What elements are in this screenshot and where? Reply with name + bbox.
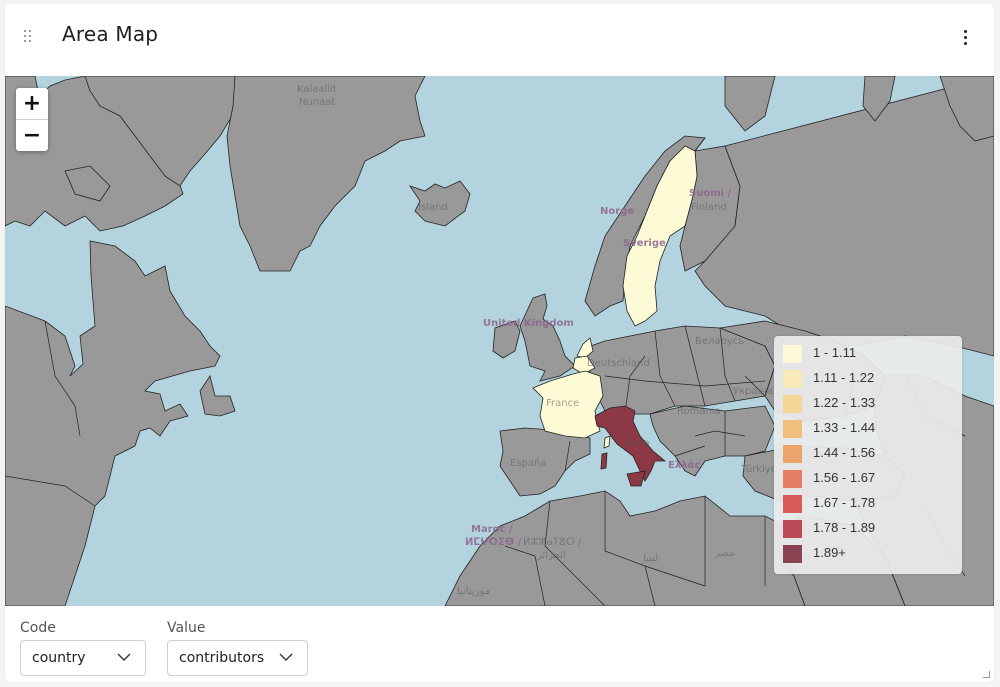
map-label: Україна [733,386,774,397]
map-controls: Code country Value contributors [5,606,994,682]
legend-label: 1.78 - 1.89 [813,520,876,535]
country-corsica [603,435,611,449]
map-label: ⵍⵎⵖⵔⵉⴱ / [465,537,522,548]
legend-swatch [783,420,802,438]
map-label: موريتانيا [457,586,491,597]
map-legend: 1 - 1.11 1.11 - 1.22 1.22 - 1.33 1.33 - … [774,336,962,574]
map-label: Ísland [418,202,448,213]
legend-swatch [783,495,802,513]
legend-swatch [783,445,802,463]
map-label: Finland [691,202,727,213]
value-label: Value [167,620,206,636]
land-germany-poland [584,325,776,415]
map-label: Ελλάς [668,460,701,471]
resize-handle-icon[interactable] [983,671,990,678]
legend-label: 1.67 - 1.78 [813,495,876,510]
code-label: Code [20,620,56,636]
card-header: Area Map [5,4,994,76]
map-label: ليبيا [643,553,659,564]
country-sicily [626,470,646,487]
map-label: United Kingdom [483,318,574,329]
map-label: Maroc / [471,524,513,535]
legend-label: 1 - 1.11 [813,345,857,360]
map-label: Sverige [623,238,666,249]
map-label: Türkiye [741,464,777,475]
map-label: România [677,406,721,417]
land-quebec-labrador [5,240,221,606]
map-canvas[interactable]: Kalaallit Nunaat Ísland Norge Sverige Su… [5,76,994,606]
map-label: مصر [715,548,735,559]
land-north-africa [444,490,806,606]
map-label: ⵍⵣⵣⴰⵢⴻⵔ / [523,537,582,548]
land-russia-north [724,76,776,132]
code-select-value: country [32,650,86,666]
zoom-control: + − [16,88,48,151]
legend-swatch [783,395,802,413]
legend-swatch [783,345,802,363]
country-sardinia [600,452,608,470]
legend-label: 1.11 - 1.22 [813,370,875,385]
legend-swatch [783,470,802,488]
legend-label: 1.22 - 1.33 [813,395,876,410]
map-label: الجزائر [537,550,566,561]
value-select[interactable]: contributors [167,640,308,676]
legend-swatch [783,370,802,388]
chevron-down-icon [117,653,131,661]
drag-handle-icon[interactable] [23,29,35,45]
zoom-in-button[interactable]: + [16,88,48,120]
map-label: Norge [600,206,635,217]
map-label: Suomi / [689,188,732,199]
legend-label: 1.33 - 1.44 [813,420,876,435]
land-great-britain [519,293,576,382]
land-newfoundland [199,375,236,417]
kebab-menu-icon[interactable] [958,26,974,50]
map-label: France [546,398,580,409]
map-label: Deutschland [587,358,650,369]
legend-swatch [783,520,802,538]
zoom-out-button[interactable]: − [16,120,48,151]
legend-swatch [783,545,802,563]
map-label: Беларусь [695,336,745,347]
area-map-card: Area Map Kalaallit Nunaat Ísland Norge S… [5,4,994,682]
code-select[interactable]: country [20,640,146,676]
map-label: España [510,458,547,469]
map-label: Kalaallit [297,84,337,95]
chevron-down-icon [279,653,293,661]
card-title: Area Map [62,22,159,46]
value-select-value: contributors [179,650,265,666]
map-label: Nunaat [299,97,336,108]
legend-label: 1.56 - 1.67 [813,470,876,485]
legend-label: 1.44 - 1.56 [813,445,876,460]
legend-label: 1.89+ [813,545,846,560]
map-label: Italia [625,438,650,449]
